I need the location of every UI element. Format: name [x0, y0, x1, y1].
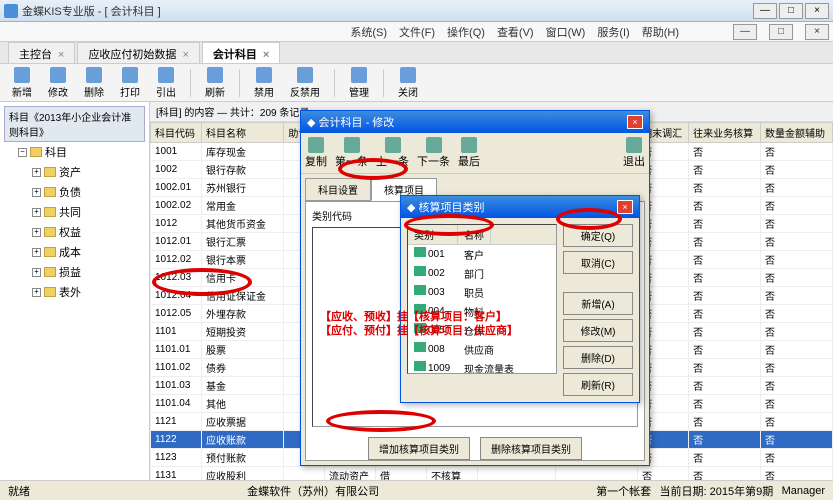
nav-退出[interactable]: 退出 — [623, 137, 645, 169]
toolbar-新增[interactable]: 新增 — [6, 65, 38, 101]
close-icon[interactable]: × — [627, 115, 643, 129]
new-button[interactable]: 新增(A) — [563, 292, 633, 315]
col-header[interactable]: 往来业务核算 — [689, 123, 761, 143]
doc-tab[interactable]: 应收应付初始数据× — [77, 42, 199, 63]
toolbar-禁用[interactable]: 禁用 — [248, 65, 280, 101]
app-icon — [4, 4, 18, 18]
tree-item[interactable]: +资产 — [4, 162, 145, 182]
tree-item[interactable]: +表外 — [4, 282, 145, 302]
minimize-button[interactable]: — — [753, 3, 777, 19]
category-items-list[interactable]: 类别名称 001客户002部门003职员004物料005仓库008供应商1009… — [407, 224, 557, 374]
refresh-button[interactable]: 刷新(R) — [563, 373, 633, 396]
tree-root[interactable]: −科目 — [4, 142, 145, 162]
app-icon: ◆ — [307, 116, 315, 129]
tree-item[interactable]: +权益 — [4, 222, 145, 242]
tree-header: 科目《2013年小企业会计准则科目》 — [4, 106, 145, 142]
maximize-button[interactable]: □ — [779, 3, 803, 19]
child-min[interactable]: — — [733, 24, 757, 40]
toolbar-管理[interactable]: 管理 — [343, 65, 375, 101]
list-item[interactable]: 008供应商 — [408, 340, 556, 359]
doc-tab[interactable]: 会计科目× — [202, 42, 280, 63]
tab-subject-settings[interactable]: 科目设置 — [305, 178, 371, 201]
toolbar-关闭[interactable]: 关闭 — [392, 65, 424, 101]
menu-item[interactable]: 服务(I) — [597, 24, 629, 40]
col-header[interactable]: 数量金额辅助 — [761, 123, 833, 143]
add-category-button[interactable]: 增加核算项目类别 — [368, 437, 470, 460]
tab-close-icon[interactable]: × — [182, 49, 188, 61]
menu-item[interactable]: 查看(V) — [497, 24, 534, 40]
statusbar: 就绪 金蝶软件（苏州）有限公司 第一个帐套 当前日期: 2015年第9期 Man… — [0, 480, 833, 500]
menu-item[interactable]: 窗口(W) — [546, 24, 586, 40]
delete-category-button[interactable]: 删除核算项目类别 — [480, 437, 582, 460]
nav-下一条[interactable]: 下一条 — [417, 137, 450, 169]
nav-第一条[interactable]: 第一条 — [335, 137, 368, 169]
close-button[interactable]: × — [805, 3, 829, 19]
menu-item[interactable]: 操作(Q) — [447, 24, 485, 40]
col-header[interactable]: 科目代码 — [151, 123, 202, 143]
delete-button[interactable]: 删除(D) — [563, 346, 633, 369]
cancel-button[interactable]: 取消(C) — [563, 251, 633, 274]
list-item[interactable]: 001客户 — [408, 245, 556, 264]
menu-item[interactable]: 帮助(H) — [642, 24, 679, 40]
table-row[interactable]: 1131应收股利流动资产借不核算否否否 — [151, 467, 833, 481]
child-close[interactable]: × — [805, 24, 829, 40]
menu-item[interactable]: 文件(F) — [399, 24, 435, 40]
titlebar: 金蝶KIS专业版 - [ 会计科目 ] — □ × — [0, 0, 833, 22]
col-header[interactable]: 科目名称 — [202, 123, 284, 143]
menubar: 系统(S) 文件(F) 操作(Q) 查看(V) 窗口(W) 服务(I) 帮助(H) — □ × — [0, 22, 833, 42]
category-picker-dialog: ◆ 核算项目类别× 类别名称 001客户002部门003职员004物料005仓库… — [400, 195, 640, 403]
toolbar-引出[interactable]: 引出 — [150, 65, 182, 101]
tree-item[interactable]: +负债 — [4, 182, 145, 202]
nav-上一条[interactable]: 上一条 — [376, 137, 409, 169]
toolbar-删除[interactable]: 删除 — [78, 65, 110, 101]
toolbar-反禁用[interactable]: 反禁用 — [284, 65, 326, 101]
menu-item[interactable]: 系统(S) — [350, 24, 387, 40]
list-item[interactable]: 002部门 — [408, 264, 556, 283]
toolbar-修改[interactable]: 修改 — [42, 65, 74, 101]
tab-close-icon[interactable]: × — [58, 49, 64, 61]
document-tabs: 主控台×应收应付初始数据×会计科目× — [0, 42, 833, 64]
ok-button[interactable]: 确定(Q) — [563, 224, 633, 247]
subject-tree: 科目《2013年小企业会计准则科目》 −科目 +资产+负债+共同+权益+成本+损… — [0, 102, 150, 480]
list-item[interactable]: 1009现金流量表 — [408, 359, 556, 374]
toolbar-打印[interactable]: 打印 — [114, 65, 146, 101]
window-title: 金蝶KIS专业版 - [ 会计科目 ] — [22, 3, 753, 19]
edit-button[interactable]: 修改(M) — [563, 319, 633, 342]
nav-复制[interactable]: 复制 — [305, 137, 327, 169]
nav-最后[interactable]: 最后 — [458, 137, 480, 169]
toolbar-刷新[interactable]: 刷新 — [199, 65, 231, 101]
tree-item[interactable]: +共同 — [4, 202, 145, 222]
tree-item[interactable]: +成本 — [4, 242, 145, 262]
doc-tab[interactable]: 主控台× — [8, 42, 75, 63]
child-max[interactable]: □ — [769, 24, 793, 40]
close-icon[interactable]: × — [617, 200, 633, 214]
tab-close-icon[interactable]: × — [263, 49, 269, 61]
list-item[interactable]: 003职员 — [408, 283, 556, 302]
tree-item[interactable]: +损益 — [4, 262, 145, 282]
toolbar: 新增修改删除打印引出刷新禁用反禁用管理关闭 — [0, 64, 833, 102]
